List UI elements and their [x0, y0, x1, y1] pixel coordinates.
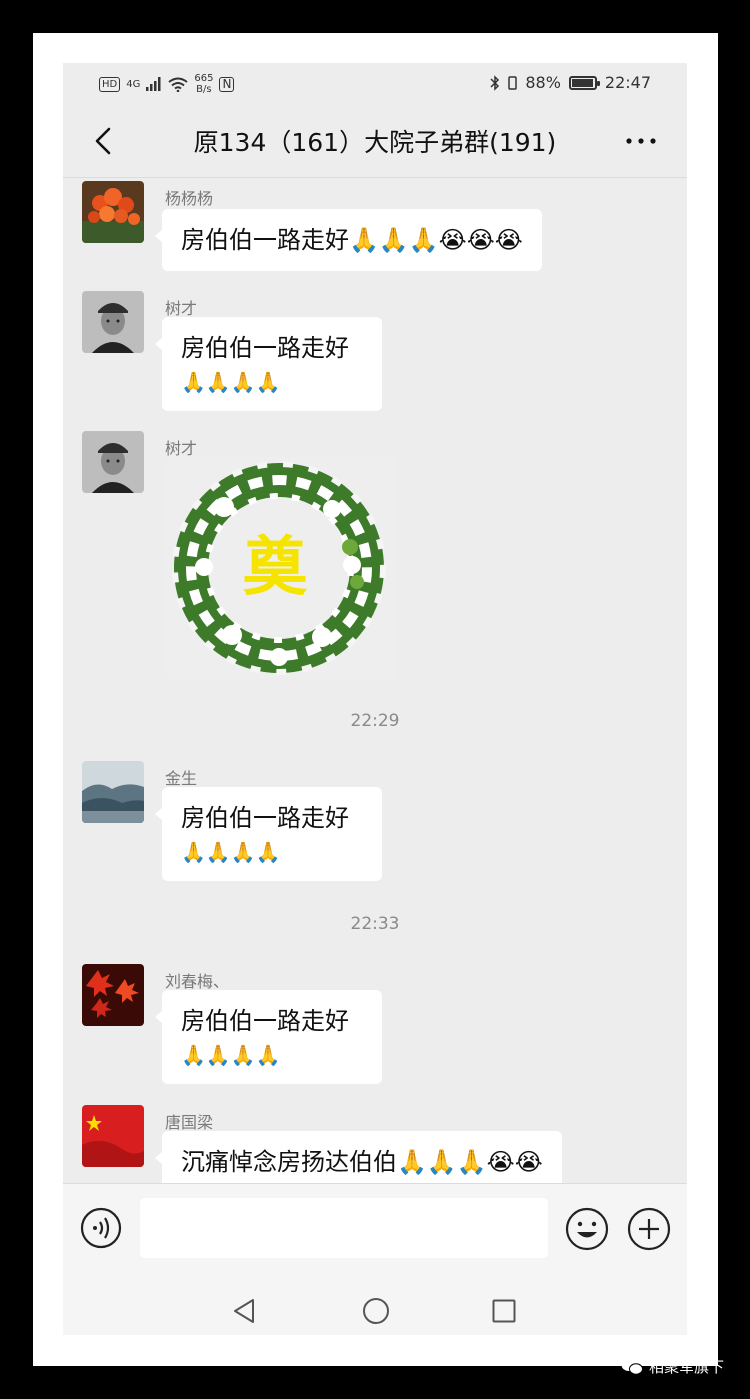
avatar[interactable] — [82, 431, 144, 493]
sender-name: 刘春梅、 — [165, 972, 230, 991]
clock: 22:47 — [604, 73, 651, 92]
wechat-icon — [621, 1358, 643, 1375]
message-bubble[interactable]: 房伯伯一路走好 🙏🙏🙏🙏 — [155, 990, 382, 1084]
sender-name: 唐国梁 — [165, 1113, 214, 1132]
vibrate-icon — [508, 75, 518, 90]
sender-name: 杨杨杨 — [165, 189, 214, 208]
message-bubble[interactable]: 房伯伯一路走好 🙏🙏🙏🙏 — [155, 317, 382, 411]
input-bar — [63, 1183, 687, 1274]
message-bubble[interactable]: 房伯伯一路走好🙏🙏🙏😭😭😭 — [155, 209, 542, 271]
status-bar: HD 4G 665 B/s N 88% 22:47 — [63, 63, 687, 105]
plus-icon[interactable] — [627, 1207, 671, 1251]
chat-header: 原134（161）大院子弟群(191) — [63, 105, 687, 177]
nav-home-icon[interactable] — [362, 1297, 390, 1325]
wreath-image[interactable]: 奠 — [162, 457, 396, 679]
hd-icon: HD — [99, 76, 121, 92]
avatar[interactable] — [82, 291, 144, 353]
sender-name: 树才 — [165, 439, 198, 458]
system-nav-bar — [63, 1273, 687, 1335]
nfc-icon: N — [219, 76, 235, 92]
emoji-icon[interactable] — [565, 1207, 609, 1251]
watermark: 相聚军旗下 — [621, 1356, 724, 1377]
nav-recent-icon[interactable] — [492, 1299, 516, 1323]
timestamp: 22:29 — [350, 711, 400, 731]
signal-icon — [146, 77, 161, 91]
wreath-character: 奠 — [243, 530, 308, 605]
header-divider — [63, 177, 687, 178]
network-label: 4G — [126, 78, 141, 90]
battery-percent: 88% — [525, 73, 561, 92]
chat-title: 原134（161）大院子弟群(191) — [193, 128, 557, 157]
nav-back-icon[interactable] — [231, 1297, 257, 1325]
net-speed: 665 B/s — [194, 73, 214, 95]
sender-name: 金生 — [165, 769, 198, 788]
avatar[interactable] — [82, 1105, 144, 1167]
avatar[interactable] — [82, 181, 144, 243]
sender-name: 树才 — [165, 299, 198, 318]
voice-icon[interactable] — [80, 1207, 122, 1249]
message-bubble[interactable]: 房伯伯一路走好 🙏🙏🙏🙏 — [155, 787, 382, 881]
battery-icon — [568, 75, 600, 90]
avatar[interactable] — [82, 964, 144, 1026]
bluetooth-icon — [490, 74, 500, 91]
avatar[interactable] — [82, 761, 144, 823]
wifi-icon — [168, 77, 188, 92]
timestamp: 22:33 — [350, 914, 400, 934]
message-input[interactable] — [140, 1198, 548, 1258]
more-options-icon[interactable] — [621, 121, 661, 161]
phone-screen: HD 4G 665 B/s N 88% 22:47 原134（161）大院子弟群… — [63, 63, 687, 1335]
